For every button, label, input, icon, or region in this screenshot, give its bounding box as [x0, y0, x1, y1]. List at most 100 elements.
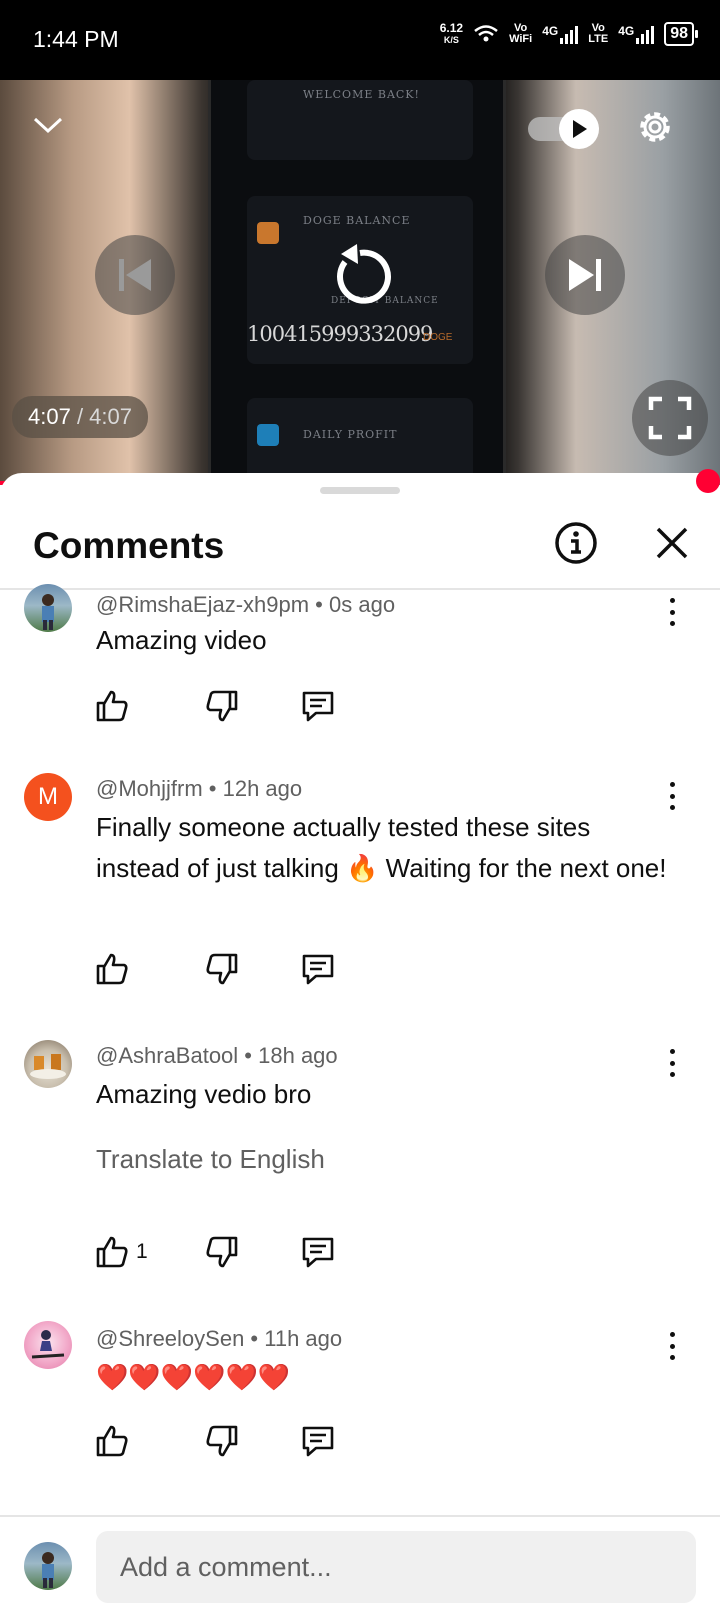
- chevron-down-icon: [33, 117, 63, 134]
- dislike-button[interactable]: [202, 686, 242, 726]
- translate-link[interactable]: Translate to English: [96, 1144, 325, 1175]
- avatar[interactable]: [24, 1321, 72, 1369]
- video-profit-icon: [257, 424, 279, 446]
- add-comment-bar: [0, 1515, 720, 1612]
- reply-icon: [302, 691, 334, 722]
- replay-button[interactable]: [315, 232, 405, 322]
- video-text-balance-label: DOGE BALANCE: [303, 214, 411, 227]
- avatar-tea-icon: [30, 1054, 66, 1079]
- reply-icon: [302, 1426, 334, 1457]
- sim2-bars-icon: [636, 24, 655, 44]
- meta-separator: •: [309, 592, 329, 617]
- network-speed-value: 6.12: [439, 21, 464, 35]
- video-text-profit-label: DAILY PROFIT: [303, 428, 398, 441]
- sim2-label-bottom: LTE: [588, 33, 609, 45]
- thumb-down-icon: [206, 1425, 238, 1457]
- replay-icon: [337, 244, 391, 304]
- progress-scrubber[interactable]: [696, 469, 720, 493]
- fullscreen-button[interactable]: [632, 380, 708, 456]
- status-bar: 1:44 PM 6.12 K/S Vo WiFi 4G Vo LTE 4G 98: [0, 0, 720, 80]
- header-divider: [0, 588, 720, 590]
- thumb-down-icon: [206, 953, 238, 985]
- like-button[interactable]: [92, 686, 132, 726]
- sim2-net: 4G: [618, 24, 635, 38]
- avatar-person-icon: [42, 1552, 54, 1588]
- info-button[interactable]: [552, 519, 600, 567]
- comment-time: 12h ago: [222, 776, 303, 801]
- comment-text: Amazing vedio bro: [96, 1079, 312, 1109]
- sim1-net: 4G: [542, 24, 559, 38]
- video-text-balance-value: 100415999332099: [247, 322, 433, 346]
- time-separator: /: [70, 404, 90, 429]
- video-text-currency: DOGE: [423, 332, 453, 343]
- thumb-up-icon: [96, 1425, 128, 1457]
- add-comment-input[interactable]: [96, 1531, 696, 1603]
- info-icon: [555, 522, 597, 564]
- user-avatar[interactable]: [24, 1542, 72, 1590]
- dislike-button[interactable]: [202, 1421, 242, 1461]
- status-icons: 6.12 K/S Vo WiFi 4G Vo LTE 4G 98: [440, 22, 698, 46]
- comment-text: Finally someone actually tested these si…: [96, 812, 667, 883]
- thumb-down-icon: [206, 690, 238, 722]
- avatar[interactable]: [24, 1040, 72, 1088]
- previous-button[interactable]: [95, 235, 175, 315]
- thumb-up-icon: [96, 953, 128, 985]
- comment-author[interactable]: @RimshaEjaz-xh9pm: [96, 592, 309, 617]
- reply-button[interactable]: [298, 1421, 338, 1461]
- settings-button[interactable]: [630, 102, 680, 152]
- thumb-up-icon: [96, 1236, 128, 1268]
- dislike-button[interactable]: [202, 1232, 242, 1272]
- avatar-skater-icon: [31, 1330, 65, 1359]
- comment-text: Amazing video: [96, 625, 267, 655]
- previous-icon: [119, 259, 151, 291]
- comment-author[interactable]: @AshraBatool: [96, 1043, 238, 1068]
- reply-icon: [302, 954, 334, 985]
- thumb-down-icon: [206, 1236, 238, 1268]
- comment-meta: @Mohjjfrm • 12h ago: [96, 776, 302, 802]
- drag-handle[interactable]: [320, 487, 400, 494]
- video-balance-icon: [257, 222, 279, 244]
- like-count: 1: [136, 1240, 148, 1263]
- sim1-label: Vo WiFi: [509, 23, 532, 45]
- battery-icon: 98: [664, 22, 698, 46]
- reply-button[interactable]: [298, 686, 338, 726]
- comment-meta: @ShreeloySen • 11h ago: [96, 1326, 342, 1352]
- like-button[interactable]: [92, 1232, 132, 1272]
- next-icon: [569, 259, 601, 291]
- sheet-title: Comments: [33, 525, 225, 566]
- like-button[interactable]: [92, 1421, 132, 1461]
- reply-button[interactable]: [298, 949, 338, 989]
- network-speed: 6.12 K/S: [440, 22, 463, 46]
- like-button[interactable]: [92, 949, 132, 989]
- current-time: 4:07: [28, 404, 71, 429]
- gear-icon: [640, 112, 670, 142]
- sim1-signal: 4G: [542, 24, 579, 44]
- dislike-button[interactable]: [202, 949, 242, 989]
- close-icon: [656, 527, 688, 559]
- comment-author[interactable]: @Mohjjfrm: [96, 776, 203, 801]
- network-speed-unit: K/S: [443, 35, 459, 45]
- autoplay-toggle-icon: [528, 109, 599, 149]
- comment-time: 0s ago: [329, 592, 396, 617]
- reply-button[interactable]: [298, 1232, 338, 1272]
- minimize-button[interactable]: [28, 110, 68, 140]
- avatar[interactable]: M: [24, 773, 72, 821]
- sim2-label: Vo LTE: [588, 23, 608, 45]
- duration: 4:07: [89, 404, 132, 429]
- sim1-label-bottom: WiFi: [509, 33, 533, 45]
- video-text-welcome: WELCOME BACK!: [303, 88, 420, 101]
- wifi-icon: [474, 25, 498, 42]
- fullscreen-icon: [648, 396, 692, 440]
- autoplay-toggle[interactable]: [528, 108, 604, 150]
- comment-meta: @AshraBatool • 18h ago: [96, 1043, 338, 1069]
- reply-icon: [302, 1237, 334, 1268]
- comment-author[interactable]: @ShreeloySen: [96, 1326, 244, 1351]
- comment-meta: @RimshaEjaz-xh9pm • 0s ago: [96, 592, 395, 618]
- close-button[interactable]: [648, 519, 696, 567]
- avatar[interactable]: [24, 584, 72, 632]
- next-button[interactable]: [545, 235, 625, 315]
- sim1-bars-icon: [560, 24, 579, 44]
- video-player[interactable]: WELCOME BACK! DOGE BALANCE DEPOSIT BALAN…: [0, 80, 720, 485]
- comment-text: ❤️❤️❤️❤️❤️❤️: [96, 1362, 291, 1392]
- sim2-signal: 4G: [618, 24, 655, 44]
